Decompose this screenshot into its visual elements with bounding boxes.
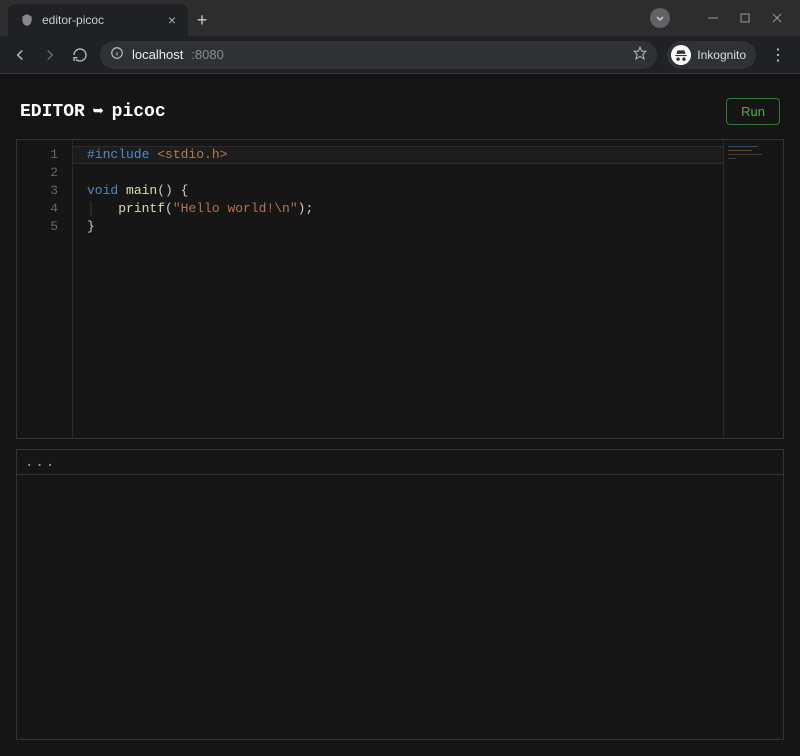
tab-title: editor-picoc [42, 13, 160, 27]
address-bar[interactable]: localhost :8080 [100, 41, 657, 69]
line-number: 2 [17, 164, 72, 182]
code-editor[interactable]: 1 2 3 4 5 #include <stdio.h> void main()… [16, 139, 784, 439]
url-host: localhost [132, 47, 183, 62]
code-line[interactable] [87, 164, 723, 182]
line-number: 4 [17, 200, 72, 218]
browser-menu-icon[interactable]: ⋮ [766, 45, 790, 65]
nav-back-icon[interactable] [10, 46, 30, 64]
profile-chip[interactable]: Inkognito [667, 41, 756, 69]
page-header: EDITOR ➥ picoc Run [16, 98, 784, 125]
window-controls [690, 0, 800, 36]
minimap[interactable] [723, 140, 783, 438]
window-minimize-icon[interactable] [706, 11, 720, 25]
output-header: ... [16, 449, 784, 474]
line-number-gutter: 1 2 3 4 5 [17, 140, 73, 438]
page-title: EDITOR ➥ picoc [20, 101, 166, 123]
new-tab-button[interactable]: + [188, 4, 216, 36]
profile-label: Inkognito [697, 48, 746, 62]
nav-forward-icon[interactable] [40, 46, 60, 64]
run-button[interactable]: Run [726, 98, 780, 125]
title-prefix: EDITOR [20, 102, 85, 122]
title-target: picoc [112, 102, 166, 122]
tab-favicon [20, 13, 34, 27]
output-panel[interactable] [16, 474, 784, 740]
incognito-icon [671, 45, 691, 65]
window-close-icon[interactable] [770, 11, 784, 25]
code-line[interactable]: } [87, 218, 723, 236]
window-maximize-icon[interactable] [738, 11, 752, 25]
code-area[interactable]: #include <stdio.h> void main() { │ print… [73, 140, 723, 438]
code-line[interactable]: │ printf("Hello world!\n"); [87, 200, 723, 218]
line-number: 1 [17, 146, 72, 164]
url-port: :8080 [191, 47, 224, 62]
page-content: EDITOR ➥ picoc Run 1 2 3 4 5 #include <s… [0, 74, 800, 756]
code-line[interactable]: void main() { [87, 182, 723, 200]
chevron-down-icon[interactable] [650, 8, 670, 28]
browser-tab[interactable]: editor-picoc × [8, 4, 188, 36]
site-info-icon[interactable] [110, 46, 124, 63]
line-number: 3 [17, 182, 72, 200]
nav-reload-icon[interactable] [70, 47, 90, 63]
window-titlebar: editor-picoc × + [0, 0, 800, 36]
line-number: 5 [17, 218, 72, 236]
browser-toolbar: localhost :8080 Inkognito ⋮ [0, 36, 800, 74]
arrow-right-icon: ➥ [93, 101, 104, 123]
current-line-highlight [73, 146, 723, 164]
tab-close-icon[interactable]: × [168, 12, 176, 28]
bookmark-star-icon[interactable] [633, 46, 647, 63]
